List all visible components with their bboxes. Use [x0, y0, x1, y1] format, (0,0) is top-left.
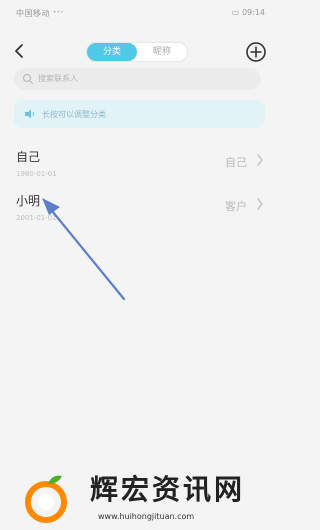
back-button[interactable] [10, 40, 30, 62]
list-item[interactable]: 自己 1980-01-01 自己 [0, 142, 273, 190]
notice-banner: 长按可以调整分类 [14, 100, 265, 128]
chevron-left-icon [15, 44, 23, 58]
notice-text: 长按可以调整分类 [42, 110, 106, 119]
contact-name: 自己 [16, 150, 41, 164]
clock-text: ▭ 09:14 [231, 8, 265, 17]
tab-nickname[interactable]: 昵称 [137, 43, 187, 61]
search-icon [22, 73, 34, 85]
segmented-control: 分类 昵称 [86, 42, 188, 62]
contact-subtitle: 2001-01-01 [16, 214, 57, 222]
search-input[interactable]: 搜索联系人 [14, 68, 261, 90]
plus-circle-icon [246, 42, 266, 62]
speaker-icon [25, 109, 34, 119]
watermark: 辉宏资讯网 www.huihongjituan.com [22, 468, 268, 528]
contact-tag: 客户 [225, 200, 247, 213]
status-bar: 中国移动 ᐩᐩᐟ ▭ 09:14 [0, 0, 273, 28]
contact-name: 小明 [16, 194, 41, 208]
tab-category[interactable]: 分类 [87, 43, 137, 61]
chevron-right-icon [257, 198, 263, 210]
orange-logo-icon [25, 475, 67, 523]
top-bar: 分类 昵称 [0, 38, 273, 68]
watermark-url: www.huihongjituan.com [98, 512, 195, 521]
list-item[interactable]: 小明 2001-01-01 客户 [0, 186, 273, 234]
watermark-title: 辉宏资讯网 [90, 473, 246, 506]
search-placeholder: 搜索联系人 [38, 74, 78, 83]
add-button[interactable] [245, 41, 267, 63]
chevron-right-icon [257, 154, 263, 166]
contact-tag: 自己 [225, 156, 247, 169]
contact-subtitle: 1980-01-01 [16, 170, 57, 178]
carrier-text: 中国移动 ᐩᐩᐟ [16, 9, 65, 18]
